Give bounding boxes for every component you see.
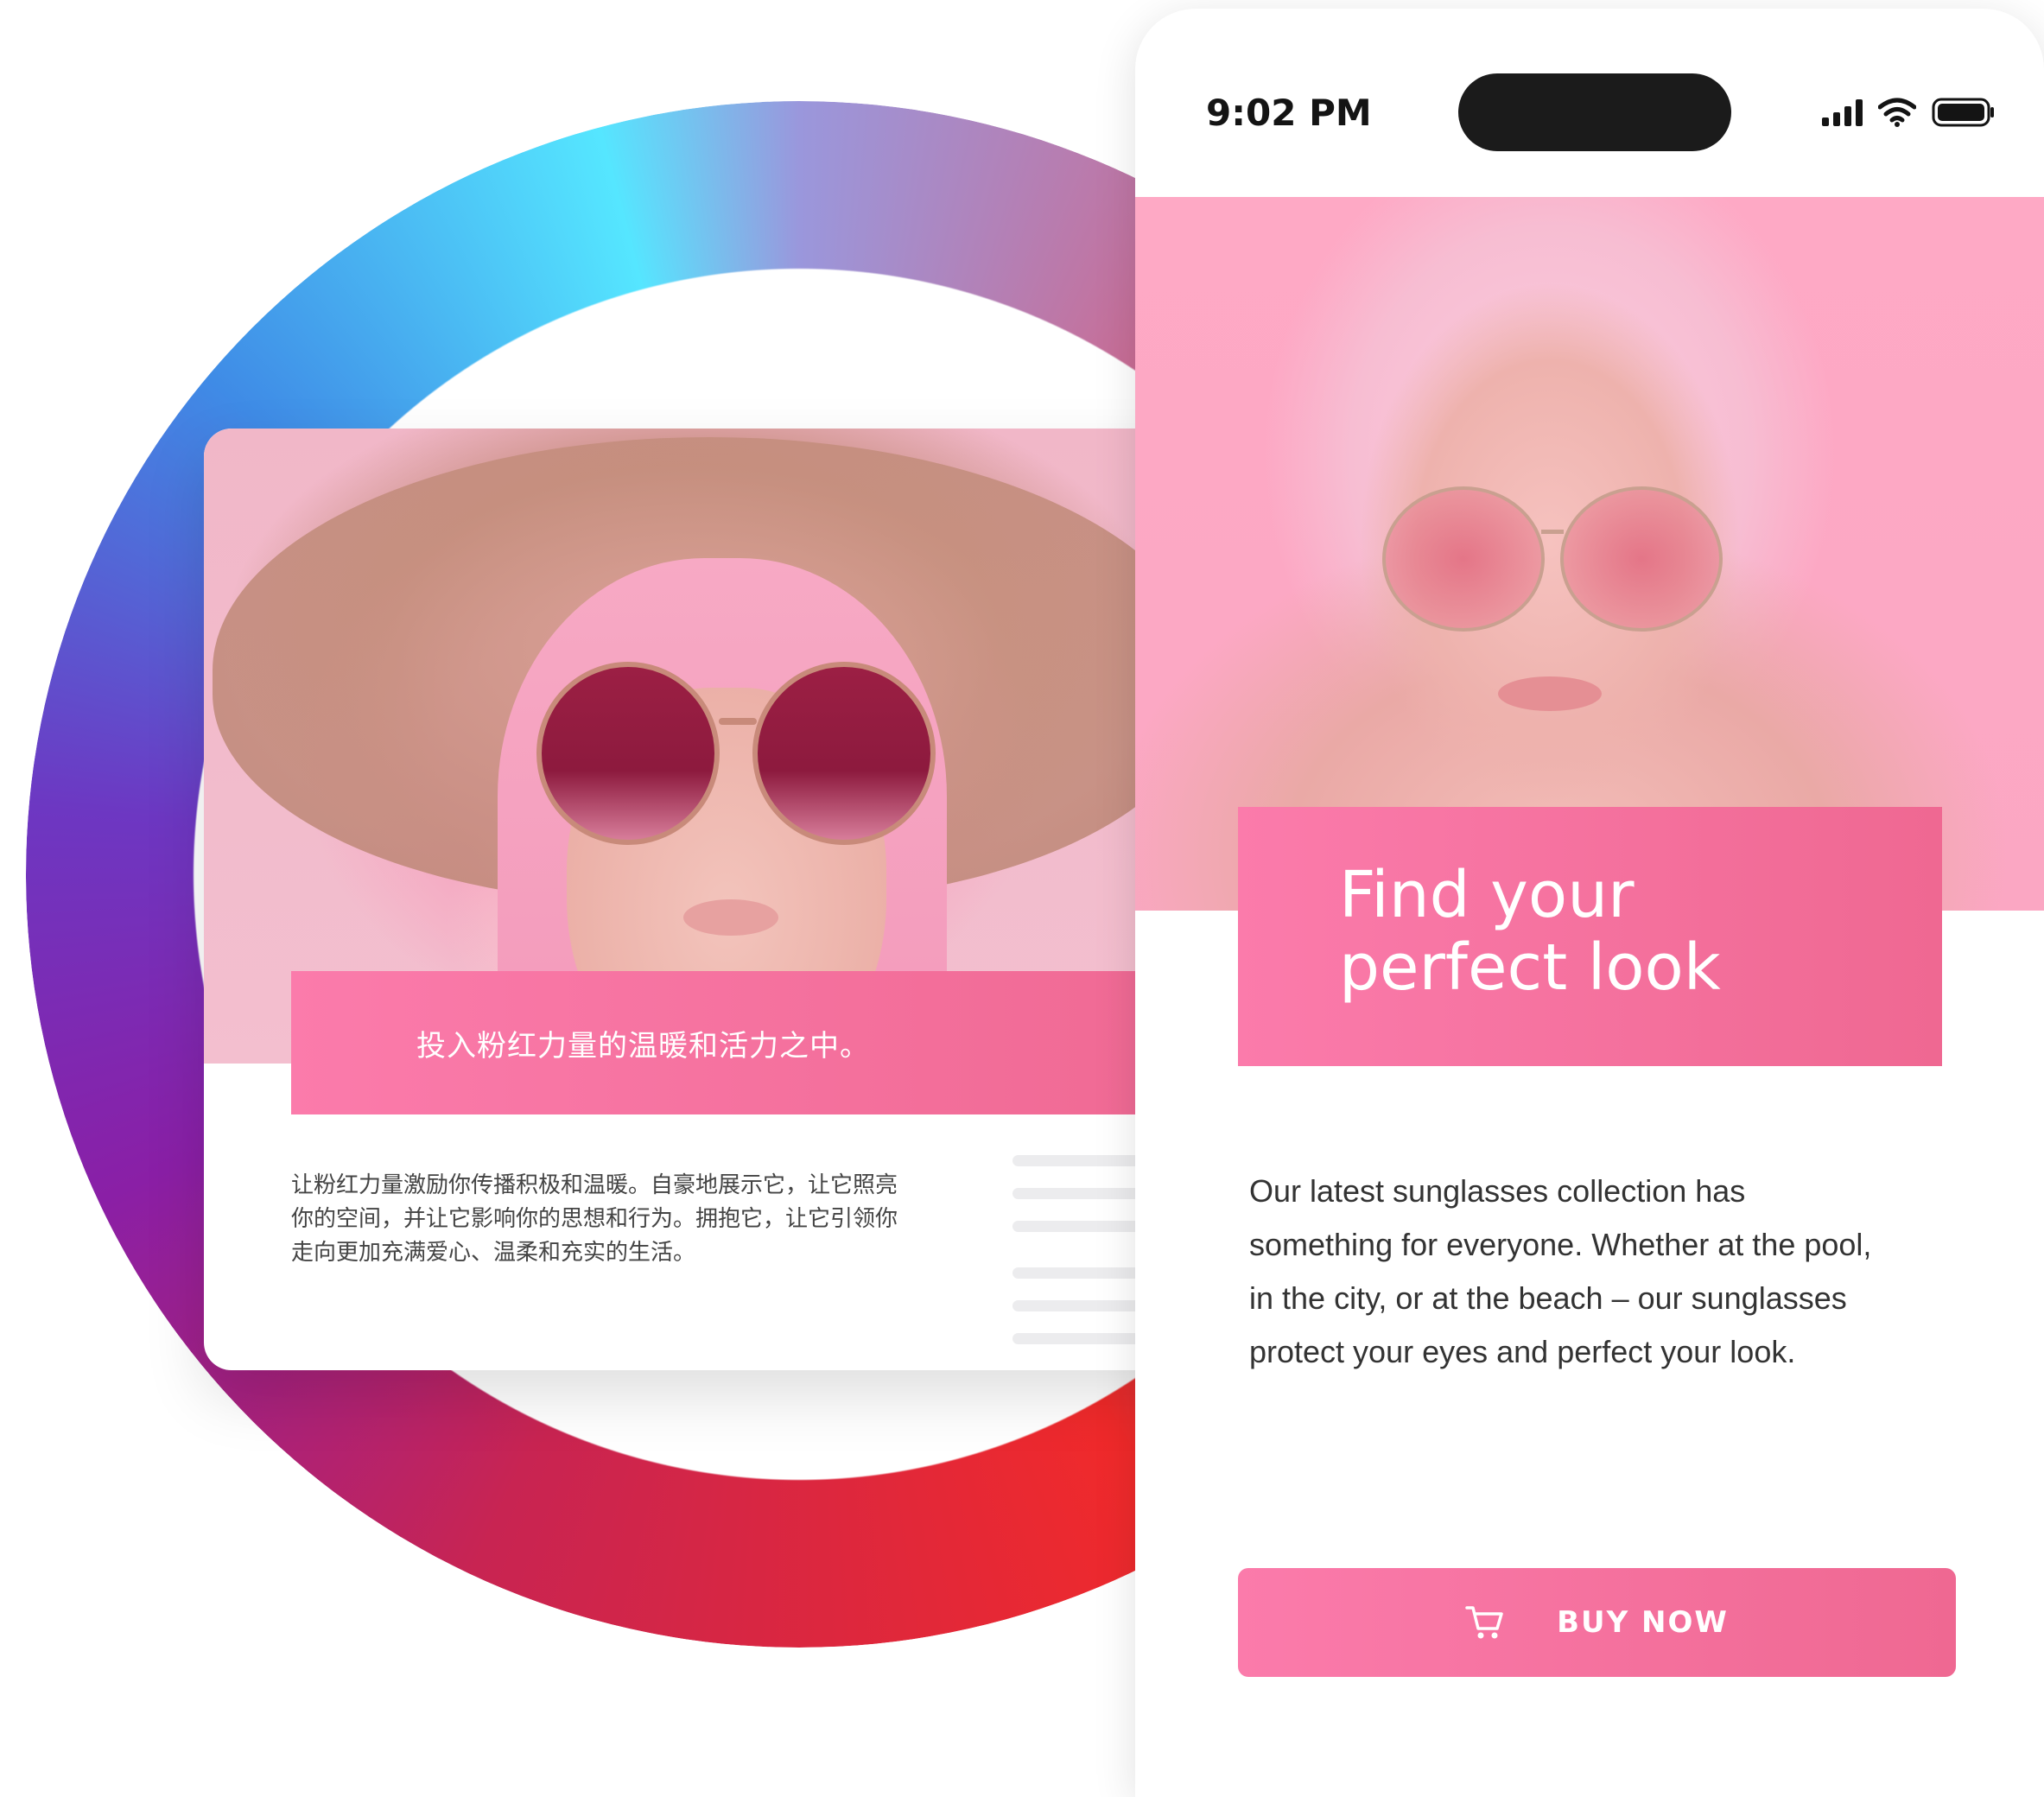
phone-body-line: Our latest sunglasses collection has: [1249, 1173, 1746, 1209]
sunglasses-bridge: [1541, 530, 1564, 534]
phone-mockup: 9:02 PM Find your perfect look Our lates…: [1135, 9, 2044, 1797]
sunglasses-lens-left: [1382, 486, 1545, 632]
status-bar-time: 9:02 PM: [1206, 92, 1372, 134]
left-card-banner: 投入粉红力量的温暖和活力之中。: [291, 971, 1241, 1114]
status-bar-icons: [1822, 97, 1996, 128]
lips: [683, 899, 778, 936]
battery-icon: [1932, 98, 1994, 127]
hero-title-line: perfect look: [1339, 930, 1721, 1005]
left-card-body-line: 走向更加充满爱心、温柔和充实的生活。: [291, 1240, 696, 1266]
left-card-body-line: 你的空间，并让它影响你的思想和行为。拥抱它，让它引领你: [291, 1206, 898, 1232]
dynamic-island: [1458, 73, 1731, 151]
sunglasses-bridge: [719, 718, 757, 725]
woman-with-hat-photo: [204, 429, 1241, 1094]
lips: [1498, 676, 1602, 711]
hero-photo: [1135, 197, 2044, 911]
signal-icon: [1822, 98, 1863, 126]
phone-body-line: something for everyone. Whether at the p…: [1249, 1227, 1872, 1262]
hero-title-box: Find your perfect look: [1238, 807, 1942, 1066]
buy-now-label: BUY NOW: [1557, 1605, 1729, 1640]
sunglasses-lens-right: [1560, 486, 1723, 632]
left-card-body-text: 让粉红力量激励你传播积极和温暖。自豪地展示它，让它照亮 你的空间，并让它影响你的…: [291, 1169, 965, 1270]
phone-body-line: in the city, or at the beach – our sungl…: [1249, 1280, 1847, 1316]
sunglasses-lens-left: [536, 662, 720, 845]
left-card-body-line: 让粉红力量激励你传播积极和温暖。自豪地展示它，让它照亮: [291, 1172, 898, 1198]
phone-body-line: protect your eyes and perfect your look.: [1249, 1334, 1796, 1369]
left-card-banner-text: 投入粉红力量的温暖和活力之中。: [416, 1028, 870, 1064]
hero-title: Find your perfect look: [1339, 859, 1721, 1004]
cart-icon: [1465, 1606, 1503, 1639]
hero-title-line: Find your: [1339, 858, 1635, 932]
wifi-icon: [1878, 98, 1916, 127]
sunglasses-lens-right: [752, 662, 936, 845]
buy-now-button[interactable]: BUY NOW: [1238, 1568, 1956, 1677]
left-content-card: 投入粉红力量的温暖和活力之中。 让粉红力量激励你传播积极和温暖。自豪地展示它，让…: [204, 429, 1241, 1370]
phone-body-text: Our latest sunglasses collection has som…: [1249, 1165, 1958, 1379]
